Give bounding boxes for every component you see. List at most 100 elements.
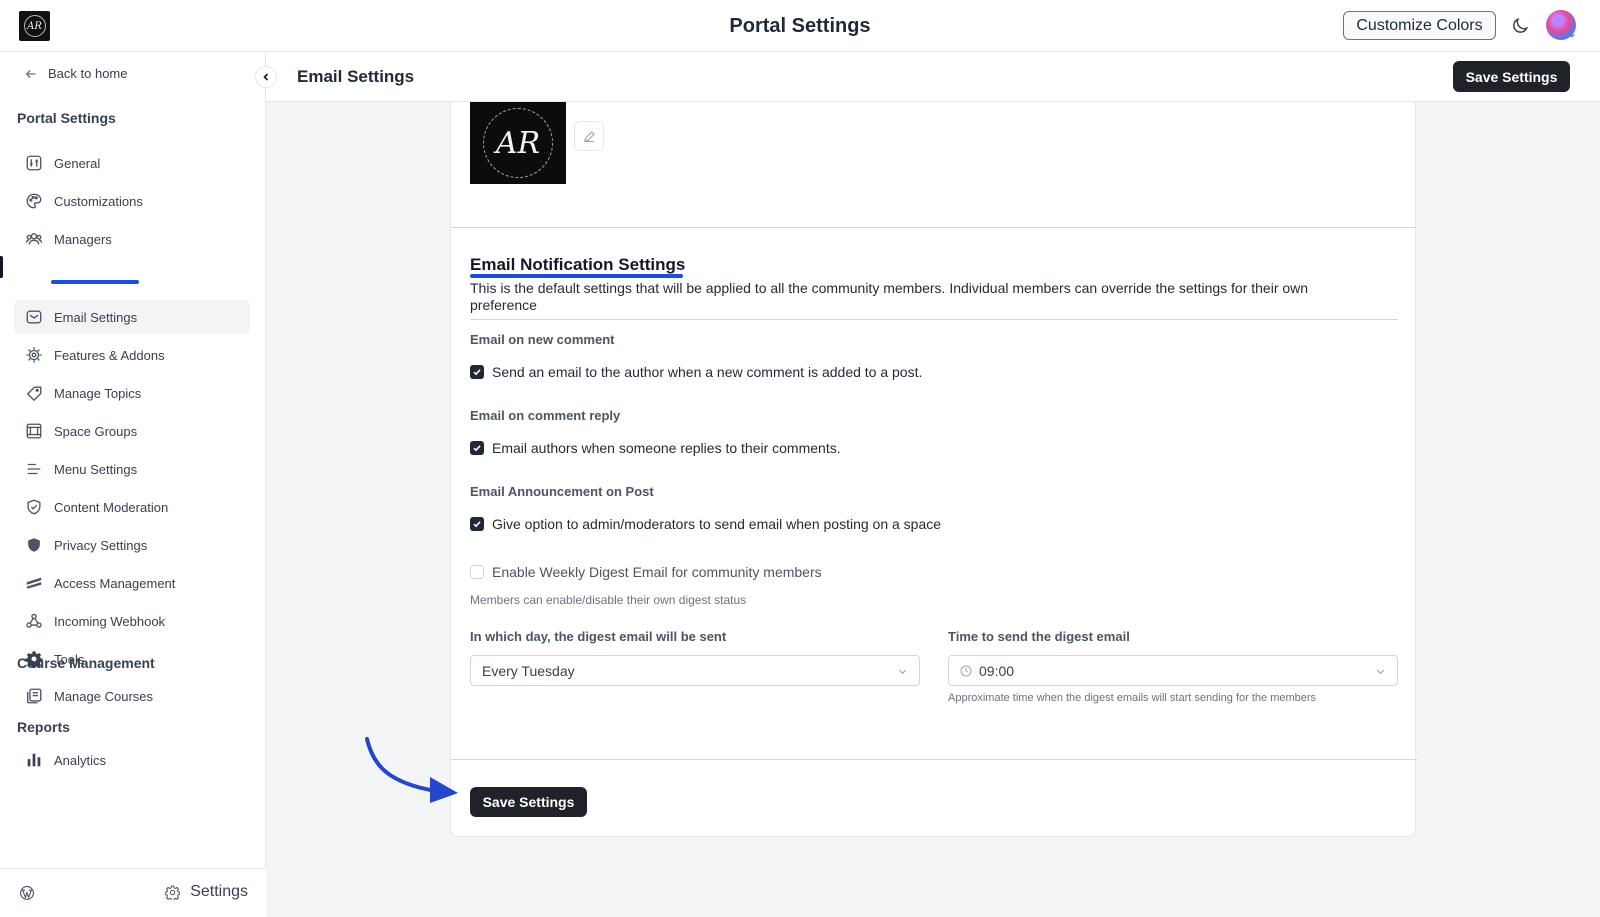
section-title-portal: Portal Settings: [17, 110, 116, 126]
announcement-label: Email Announcement on Post: [470, 484, 654, 499]
courses-icon: [27, 688, 42, 704]
new-comment-label: Email on new comment: [470, 332, 615, 347]
digest-day-label: In which day, the digest email will be s…: [470, 629, 727, 644]
sidebar-item-label: Managers: [54, 231, 112, 247]
checkbox-checked[interactable]: [470, 517, 484, 531]
sidebar-item-label: Email Settings: [54, 309, 138, 325]
stripes-icon: [26, 577, 42, 589]
sidebar-item-menu-settings[interactable]: Menu Settings: [14, 452, 250, 486]
webhook-icon: [26, 613, 42, 628]
sidebar-item-label: Content Moderation: [54, 499, 169, 515]
section-divider: [451, 759, 1417, 760]
cog-chip-icon: [26, 347, 42, 363]
back-to-home-label: Back to home: [48, 66, 128, 81]
notification-settings-title: Email Notification Settings: [470, 255, 686, 274]
edit-logo-button[interactable]: [574, 121, 604, 151]
announcement-checkbox-label: Give option to admin/moderators to send …: [492, 516, 942, 532]
section-title-course: Course Management: [17, 655, 155, 671]
sidebar-item-access-management[interactable]: Access Management: [14, 566, 250, 600]
digest-time-hint: Approximate time when the digest emails …: [948, 692, 1317, 704]
back-to-home-link[interactable]: Back to home: [24, 66, 128, 81]
sidebar-item-content-moderation[interactable]: Content Moderation: [14, 490, 250, 524]
checkbox-checked[interactable]: [470, 441, 484, 455]
chevron-down-icon: [1569, 33, 1575, 38]
shield-check-icon: [27, 499, 41, 515]
footer-settings-label: Settings: [190, 883, 248, 900]
new-comment-checkbox-label: Send an email to the author when a new c…: [492, 364, 923, 380]
sidebar-item-privacy-settings[interactable]: Privacy Settings: [14, 528, 250, 562]
sidebar: Back to home Portal Settings General Cus…: [0, 52, 266, 917]
collapse-sidebar-button[interactable]: [255, 66, 277, 88]
description-divider: [470, 319, 1398, 320]
comment-reply-checkbox[interactable]: Email authors when someone replies to th…: [470, 440, 841, 456]
comment-reply-checkbox-label: Email authors when someone replies to th…: [492, 440, 841, 456]
digest-time-value: 09:00: [979, 662, 1015, 679]
comment-reply-label: Email on comment reply: [470, 408, 621, 423]
sidebar-item-analytics[interactable]: Analytics: [14, 743, 250, 777]
palette-icon: [26, 193, 42, 209]
page-title: Email Settings: [297, 67, 415, 86]
sidebar-item-label: Manage Courses: [54, 688, 153, 704]
brand-logo-text: AR: [483, 108, 553, 178]
sidebar-item-label: Space Groups: [54, 423, 138, 439]
sliders-icon: [26, 155, 42, 171]
footer-settings-link[interactable]: Settings: [165, 883, 248, 901]
chevron-left-icon: [263, 73, 269, 81]
sidebar-item-customizations[interactable]: Customizations: [14, 184, 250, 218]
gear-icon: [165, 885, 181, 900]
sidebar-item-label: Menu Settings: [54, 461, 138, 477]
new-comment-checkbox[interactable]: Send an email to the author when a new c…: [470, 364, 922, 380]
sidebar-item-managers[interactable]: Managers: [14, 222, 250, 256]
digest-time-select[interactable]: 09:00: [948, 655, 1398, 686]
sidebar-item-space-groups[interactable]: Space Groups: [14, 414, 250, 448]
annotation-arrow-icon: [365, 737, 458, 803]
arrow-left-icon: [25, 69, 36, 78]
notification-settings-description: This is the default settings that will b…: [470, 280, 1309, 313]
pencil-icon: [583, 130, 595, 142]
digest-day-value: Every Tuesday: [482, 662, 575, 679]
users-icon: [25, 233, 43, 245]
sidebar-item-label: Features & Addons: [54, 347, 165, 363]
email-settings-card: AR Email Notification Settings This is t…: [450, 102, 1417, 837]
sidebar-item-email-settings[interactable]: Email Settings: [14, 300, 250, 334]
section-divider: [451, 227, 1417, 228]
save-settings-button-top[interactable]: Save Settings: [1453, 61, 1570, 92]
check-icon: [473, 369, 481, 376]
mail-icon: [26, 310, 42, 324]
sidebar-item-manage-topics[interactable]: Manage Topics: [14, 376, 250, 410]
clock-icon: [960, 665, 972, 676]
save-settings-button[interactable]: Save Settings: [470, 787, 587, 817]
checkbox-unchecked[interactable]: [470, 565, 484, 579]
sidebar-item-label: General: [54, 155, 101, 171]
annotation-underline: [470, 274, 683, 278]
grid-icon: [26, 423, 42, 439]
customize-colors-button[interactable]: Customize Colors: [1343, 11, 1496, 40]
digest-day-select[interactable]: Every Tuesday: [470, 655, 920, 686]
check-icon: [473, 521, 481, 528]
chevron-down-icon: [1376, 669, 1385, 675]
tag-icon: [26, 386, 42, 402]
moon-icon[interactable]: [1510, 16, 1530, 36]
sidebar-item-label: Incoming Webhook: [54, 613, 166, 629]
shield-icon: [28, 538, 40, 552]
bar-chart-icon: [27, 753, 41, 767]
digest-time-label: Time to send the digest email: [948, 629, 1130, 644]
check-icon: [473, 445, 481, 452]
sidebar-item-label: Customizations: [54, 193, 143, 209]
weekly-digest-checkbox[interactable]: Enable Weekly Digest Email for community…: [470, 564, 822, 580]
sidebar-item-label: Privacy Settings: [54, 537, 148, 553]
announcement-checkbox[interactable]: Give option to admin/moderators to send …: [470, 516, 941, 532]
brand-logo-image: AR: [470, 102, 566, 184]
digest-hint: Members can enable/disable their own dig…: [470, 593, 747, 607]
sidebar-footer: Settings: [0, 868, 266, 917]
sidebar-item-incoming-webhook[interactable]: Incoming Webhook: [14, 604, 250, 638]
sidebar-item-label: Manage Topics: [54, 385, 142, 401]
sidebar-item-label: Access Management: [54, 575, 176, 591]
weekly-digest-checkbox-label: Enable Weekly Digest Email for community…: [492, 564, 822, 580]
checkbox-checked[interactable]: [470, 365, 484, 379]
wordpress-icon[interactable]: [19, 885, 35, 901]
sidebar-item-general[interactable]: General: [14, 146, 250, 180]
annotation-underline: [51, 280, 139, 284]
sidebar-item-manage-courses[interactable]: Manage Courses: [14, 679, 250, 713]
sidebar-item-features-addons[interactable]: Features & Addons: [14, 338, 250, 372]
